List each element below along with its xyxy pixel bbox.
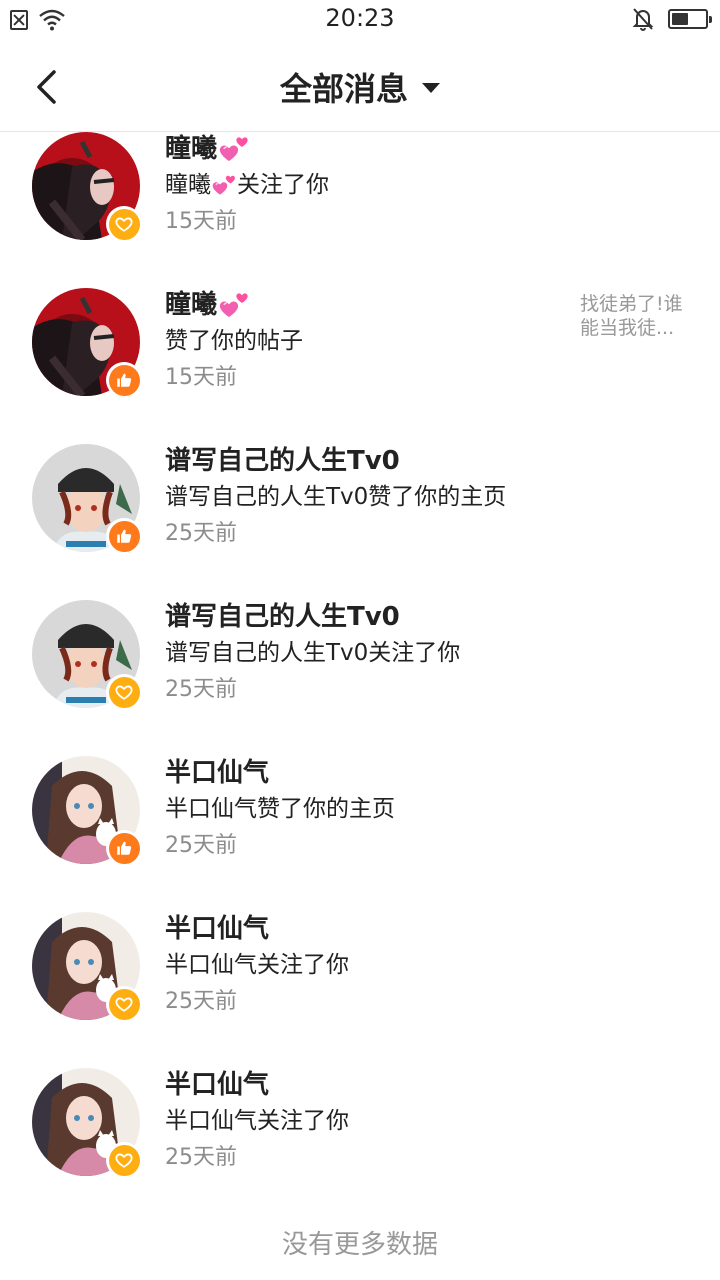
battery-icon: [668, 9, 712, 29]
sender-name[interactable]: 半口仙气: [165, 912, 565, 946]
list-item[interactable]: 谱写自己的人生Tv0 谱写自己的人生Tv0关注了你 25天前: [0, 600, 720, 756]
follow-badge: [106, 206, 142, 242]
thumbs-up-icon: [115, 371, 133, 389]
sender-name[interactable]: 半口仙气: [165, 1068, 565, 1102]
badge-circle: [108, 988, 140, 1020]
sender-name-text: 瞳曦: [165, 290, 218, 320]
message-text: 谱写自己的人生Tv0关注了你: [165, 640, 461, 666]
post-preview[interactable]: 找徒弟了!谁能当我徒...: [580, 292, 690, 340]
message-content: 瞳曦 瞳曦 关注了你 15天前: [165, 132, 565, 237]
status-right: [632, 6, 712, 32]
list-item[interactable]: 谱写自己的人生Tv0 谱写自己的人生Tv0赞了你的主页 25天前: [0, 444, 720, 600]
nav-bar: 全部消息: [0, 40, 720, 132]
heart-icon: [115, 995, 133, 1013]
no-more-data-label: 没有更多数据: [281, 1230, 438, 1260]
badge-circle: [108, 676, 140, 708]
message-text: 半口仙气关注了你: [165, 1108, 349, 1134]
message-content: 瞳曦 赞了你的帖子 15天前: [165, 288, 565, 393]
avatar[interactable]: [32, 600, 142, 710]
heart-icon: [115, 1151, 133, 1169]
list-item[interactable]: 半口仙气 半口仙气赞了你的主页 25天前: [0, 756, 720, 912]
message-text-prefix: 瞳曦: [165, 172, 211, 198]
bell-muted-icon: [632, 8, 654, 31]
follow-badge: [106, 674, 142, 710]
message-text: 赞了你的帖子: [165, 328, 303, 354]
pink-hearts-icon: [219, 136, 249, 162]
pink-hearts-icon: [219, 292, 249, 318]
like-badge: [106, 518, 142, 554]
heart-icon: [115, 683, 133, 701]
list-item[interactable]: 瞳曦 瞳曦 关注了你 15天前: [0, 132, 720, 288]
heart-icon: [115, 215, 133, 233]
message-content: 半口仙气 半口仙气赞了你的主页 25天前: [165, 756, 565, 861]
sender-name-text: 瞳曦: [165, 134, 218, 164]
message-content: 谱写自己的人生Tv0 谱写自己的人生Tv0关注了你 25天前: [165, 600, 565, 705]
badge-circle: [108, 520, 140, 552]
message-text: 瞳曦 关注了你: [165, 169, 565, 201]
list-item[interactable]: 半口仙气 半口仙气关注了你 25天前: [0, 912, 720, 1068]
message-time: 25天前: [165, 989, 237, 1014]
message-text: 谱写自己的人生Tv0赞了你的主页: [165, 484, 507, 510]
message-time: 25天前: [165, 677, 237, 702]
like-badge: [106, 830, 142, 866]
message-text: 半口仙气赞了你的主页: [165, 796, 395, 822]
follow-badge: [106, 986, 142, 1022]
caret-down-icon: [422, 83, 440, 93]
message-time: 25天前: [165, 833, 237, 858]
avatar[interactable]: [32, 444, 142, 554]
message-content: 半口仙气 半口仙气关注了你 25天前: [165, 912, 565, 1017]
like-badge: [106, 362, 142, 398]
thumbs-up-icon: [115, 839, 133, 857]
message-time: 15天前: [165, 365, 237, 390]
avatar[interactable]: [32, 1068, 142, 1178]
list-item[interactable]: 半口仙气 半口仙气关注了你 25天前: [0, 1068, 720, 1224]
status-time: 20:23: [325, 4, 395, 32]
title-dropdown[interactable]: 全部消息: [0, 64, 720, 110]
badge-circle: [108, 1144, 140, 1176]
sender-name[interactable]: 瞳曦: [165, 132, 565, 166]
status-bar: 20:23: [0, 0, 720, 40]
message-text: 半口仙气关注了你: [165, 952, 349, 978]
sender-name[interactable]: 瞳曦: [165, 288, 565, 322]
follow-badge: [106, 1142, 142, 1178]
message-content: 半口仙气 半口仙气关注了你 25天前: [165, 1068, 565, 1173]
avatar[interactable]: [32, 756, 142, 866]
badge-circle: [108, 364, 140, 396]
sender-name[interactable]: 谱写自己的人生Tv0: [165, 444, 565, 478]
thumbs-up-icon: [115, 527, 133, 545]
message-text-suffix: 关注了你: [237, 172, 329, 198]
sender-name[interactable]: 谱写自己的人生Tv0: [165, 600, 565, 634]
pink-hearts-icon: [212, 174, 236, 196]
sender-name[interactable]: 半口仙气: [165, 756, 565, 790]
avatar[interactable]: [32, 912, 142, 1022]
avatar[interactable]: [32, 288, 142, 398]
badge-circle: [108, 208, 140, 240]
page-title: 全部消息: [279, 70, 408, 108]
message-time: 15天前: [165, 209, 237, 234]
message-time: 25天前: [165, 1145, 237, 1170]
badge-circle: [108, 832, 140, 864]
message-time: 25天前: [165, 521, 237, 546]
message-content: 谱写自己的人生Tv0 谱写自己的人生Tv0赞了你的主页 25天前: [165, 444, 565, 549]
avatar[interactable]: [32, 132, 142, 242]
list-item[interactable]: 瞳曦 赞了你的帖子 15天前 找徒弟了!谁能当我徒...: [0, 288, 720, 444]
battery-fill: [672, 13, 688, 25]
